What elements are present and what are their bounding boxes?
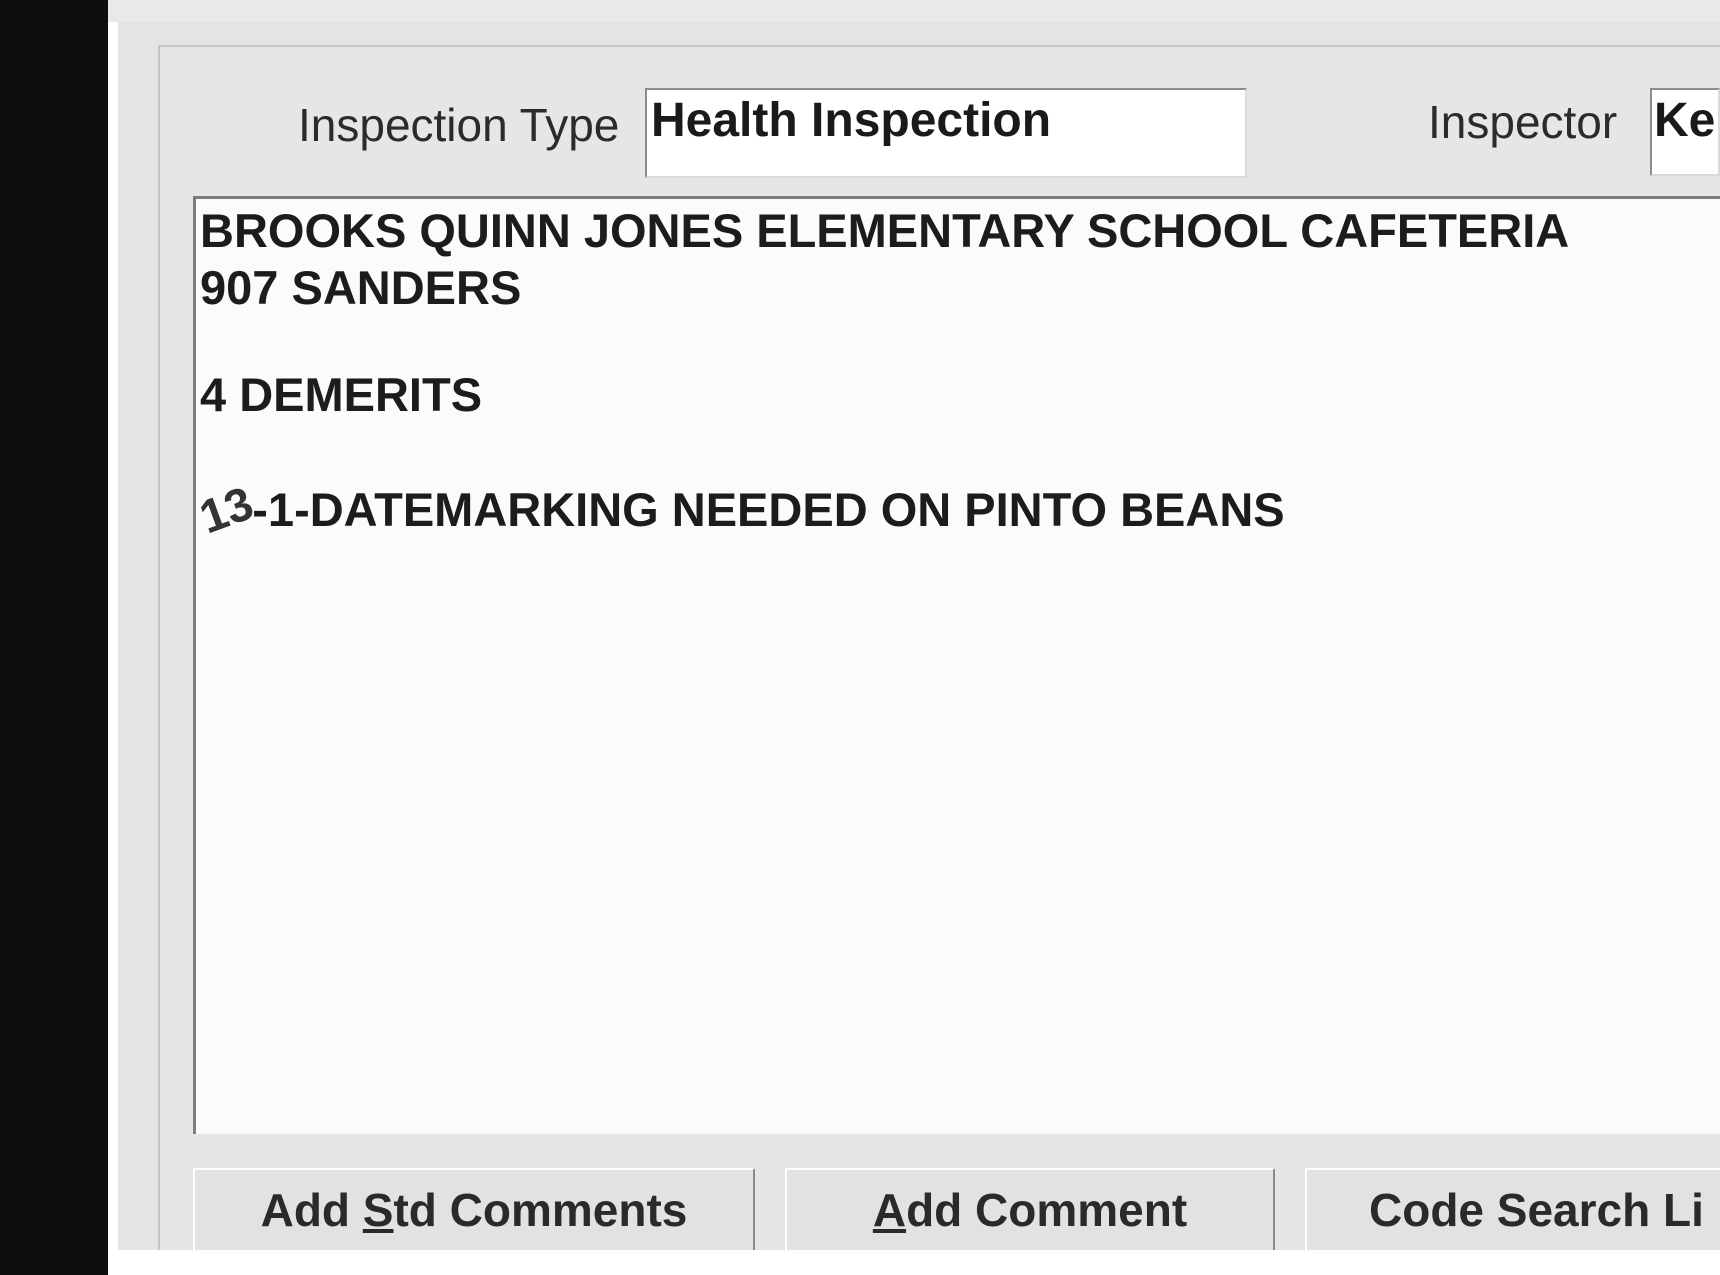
window-top-edge — [108, 0, 1720, 22]
comment-line-2: 907 SANDERS — [200, 261, 522, 314]
add-std-comments-suffix: td Comments — [393, 1184, 688, 1236]
inspection-type-label: Inspection Type — [298, 99, 620, 151]
inspector-field[interactable]: Ke — [1650, 88, 1720, 176]
handwritten-13: 13 — [193, 475, 260, 544]
scan-bottom-edge — [108, 1250, 1720, 1275]
datemarking-violation-text: -1-DATEMARKING NEEDED ON PINTO BEANS — [252, 483, 1285, 536]
add-comment-button[interactable]: Add Comment — [785, 1168, 1275, 1250]
comment-line-1: BROOKS QUINN JONES ELEMENTARY SCHOOL CAF… — [200, 204, 1570, 257]
scan-border — [0, 0, 108, 1275]
add-comment-suffix: dd Comment — [906, 1184, 1188, 1236]
inspection-type-field[interactable]: Health Inspection — [645, 88, 1247, 178]
comment-line-3: 4 DEMERITS — [200, 368, 483, 421]
add-std-comments-prefix: Add — [260, 1184, 363, 1236]
add-comment-mnemonic: A — [872, 1184, 907, 1236]
add-std-comments-button[interactable]: Add Std Comments — [193, 1168, 755, 1250]
code-search-button[interactable]: Code Search Li — [1305, 1168, 1720, 1250]
add-std-comments-mnemonic: S — [362, 1184, 394, 1236]
inspector-label: Inspector — [1428, 96, 1618, 148]
comment-line-4: 13-1-DATEMARKING NEEDED ON PINTO BEANS — [196, 476, 1285, 544]
comments-textarea[interactable]: BROOKS QUINN JONES ELEMENTARY SCHOOL CAF… — [193, 196, 1720, 1134]
code-search-label: Code Search Li — [1369, 1184, 1704, 1236]
